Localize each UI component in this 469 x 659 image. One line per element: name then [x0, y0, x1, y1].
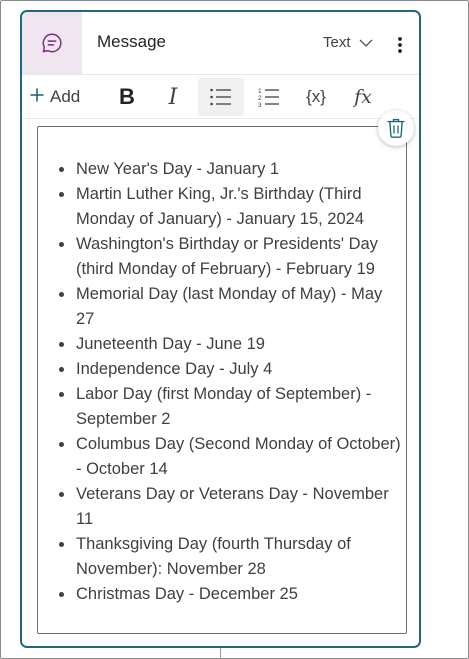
list-item: Martin Luther King, Jr.'s Birthday (Thir… — [75, 182, 405, 232]
numbered-list-button[interactable]: 1 2 3 — [252, 78, 286, 116]
more-vertical-icon — [398, 37, 402, 53]
holiday-list: New Year's Day - January 1 Martin Luther… — [57, 157, 405, 607]
node-title: Message — [97, 32, 166, 51]
plus-icon — [30, 87, 44, 107]
svg-text:1: 1 — [258, 88, 262, 95]
bold-button[interactable]: B — [112, 78, 142, 116]
list-item: Veterans Day or Veterans Day - November … — [75, 482, 405, 532]
format-dropdown[interactable]: Text — [323, 34, 373, 51]
list-item: Christmas Day - December 25 — [75, 582, 405, 607]
svg-text:3: 3 — [258, 102, 262, 107]
list-item: Memorial Day (last Monday of May) - May … — [75, 282, 405, 332]
flow-connector — [220, 648, 221, 659]
message-text-editor[interactable]: New Year's Day - January 1 Martin Luther… — [37, 126, 407, 634]
message-bubble-icon — [22, 12, 82, 74]
add-button-label: Add — [50, 87, 81, 106]
italic-button[interactable]: I — [158, 78, 188, 116]
bulleted-list-button[interactable] — [198, 78, 244, 116]
chevron-down-icon — [359, 34, 373, 51]
italic-icon: I — [168, 84, 178, 110]
list-item: Thanksgiving Day (fourth Thursday of Nov… — [75, 532, 405, 582]
list-item: New Year's Day - January 1 — [75, 157, 405, 182]
formatting-toolbar: Add B I 1 2 3 {x} fx — [22, 74, 419, 119]
bold-icon: B — [119, 84, 135, 109]
numbered-list-icon: 1 2 3 — [258, 88, 279, 107]
formula-icon: fx — [354, 86, 372, 108]
list-item: Labor Day (first Monday of September) - … — [75, 382, 405, 432]
add-button[interactable]: Add — [30, 78, 96, 116]
more-options-button[interactable] — [388, 32, 412, 58]
list-item: Independence Day - July 4 — [75, 357, 405, 382]
toolbar-divider — [22, 118, 419, 119]
message-node-card[interactable]: Message Text Add B I 1 2 3 {x} fx • New … — [20, 10, 421, 648]
node-header: Message Text — [22, 12, 419, 74]
svg-text:2: 2 — [258, 95, 262, 102]
insert-variable-button[interactable]: {x} — [298, 78, 334, 116]
list-item: Washington's Birthday or Presidents' Day… — [75, 232, 405, 282]
bulleted-list-icon — [210, 88, 231, 106]
variable-icon: {x} — [306, 87, 326, 106]
delete-button[interactable] — [378, 110, 414, 146]
list-item: Juneteenth Day - June 19 — [75, 332, 405, 357]
list-item: Columbus Day (Second Monday of October) … — [75, 432, 405, 482]
insert-formula-button[interactable]: fx — [346, 78, 380, 116]
format-dropdown-value: Text — [323, 34, 351, 51]
trash-icon — [387, 118, 405, 138]
